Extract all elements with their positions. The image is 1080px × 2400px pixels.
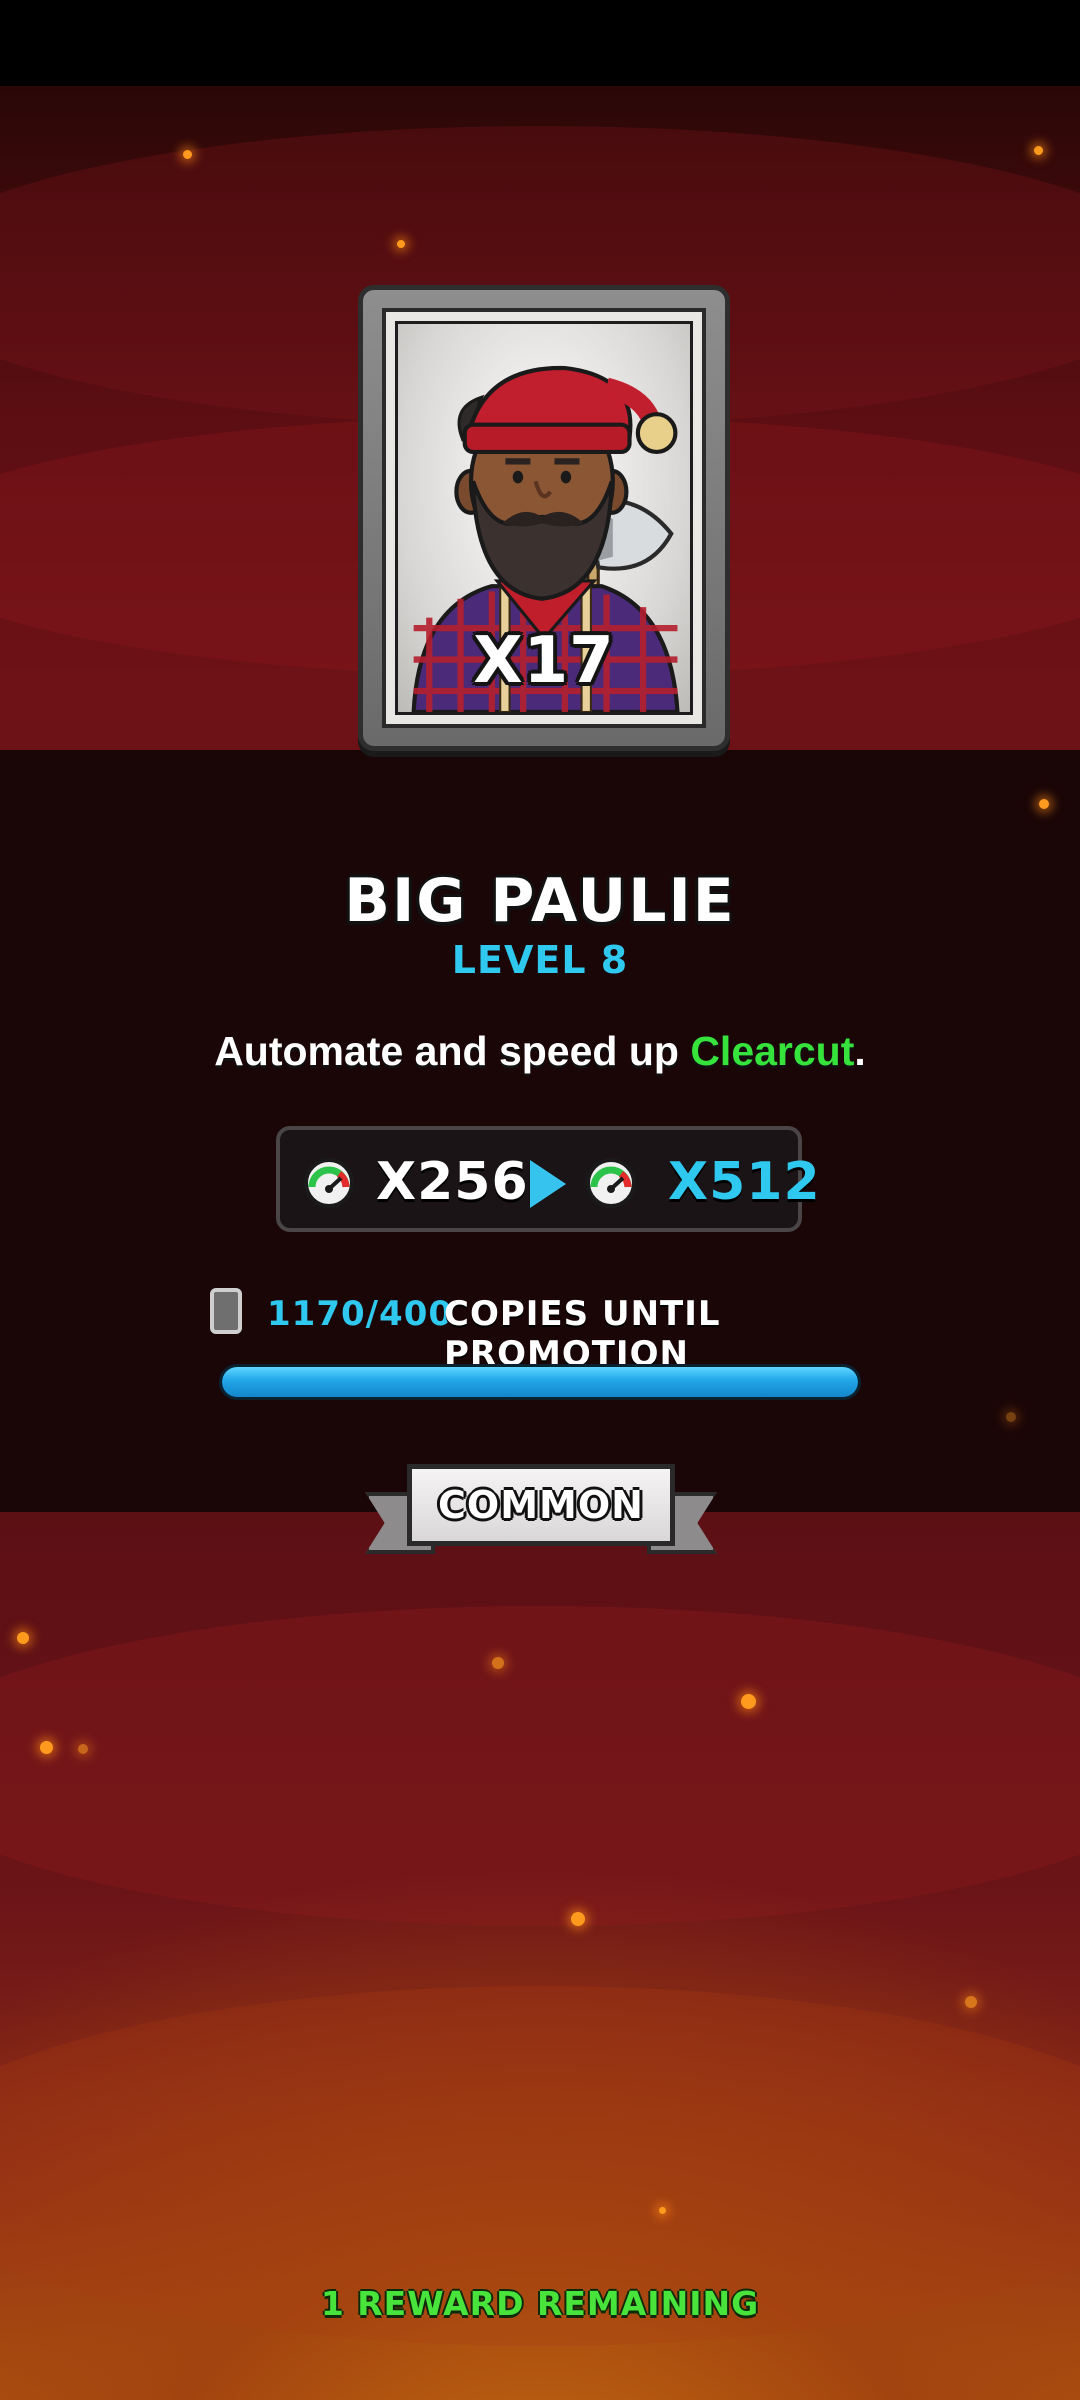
promotion-label: COPIES UNTIL PROMOTION [444,1294,721,1374]
ember [1006,1412,1016,1422]
lumberjack-portrait: X17 [395,321,693,715]
ember [965,1996,977,2008]
multiplier-panel: X256 X512 [276,1126,820,1232]
description-text: Automate and speed up [214,1028,691,1074]
promotion-count: 1170/400 [267,1294,454,1334]
character-level: LEVEL 8 [451,938,629,982]
promotion-row: 1170/400 COPIES UNTIL PROMOTION [210,1288,910,1374]
ember [492,1657,504,1669]
speed-gauge-icon [304,1158,354,1208]
background-wave [0,1606,1080,1926]
rewards-remaining: 1 REWARD REMAINING [320,2284,760,2323]
promotion-progress-bar [219,1364,861,1400]
ember [40,1741,53,1754]
ember [397,240,405,248]
ember [1034,146,1043,155]
card-border: X17 [382,308,706,728]
ember [183,150,192,159]
ember [741,1694,756,1709]
ember [17,1632,29,1644]
rarity-label: COMMON [407,1464,675,1546]
next-multiplier: X512 [668,1152,821,1212]
arrow-right-icon [530,1160,566,1208]
current-multiplier: X256 [376,1152,529,1212]
ember [659,2207,666,2214]
ember [571,1912,585,1926]
promotion-progress-fill [222,1367,858,1397]
description-suffix: . [854,1028,866,1074]
card-copy-icon [210,1288,242,1334]
ember [78,1744,88,1754]
character-name: BIG PAULIE [344,866,736,936]
character-card[interactable]: X17 [358,285,730,751]
ability-description: Automate and speed up Clearcut. [0,1028,1080,1075]
speed-gauge-icon [586,1158,636,1208]
highlight-text: Clearcut [690,1028,855,1074]
card-count: X17 [473,624,615,698]
ember [1039,799,1049,809]
rarity-ribbon: COMMON [365,1464,717,1570]
